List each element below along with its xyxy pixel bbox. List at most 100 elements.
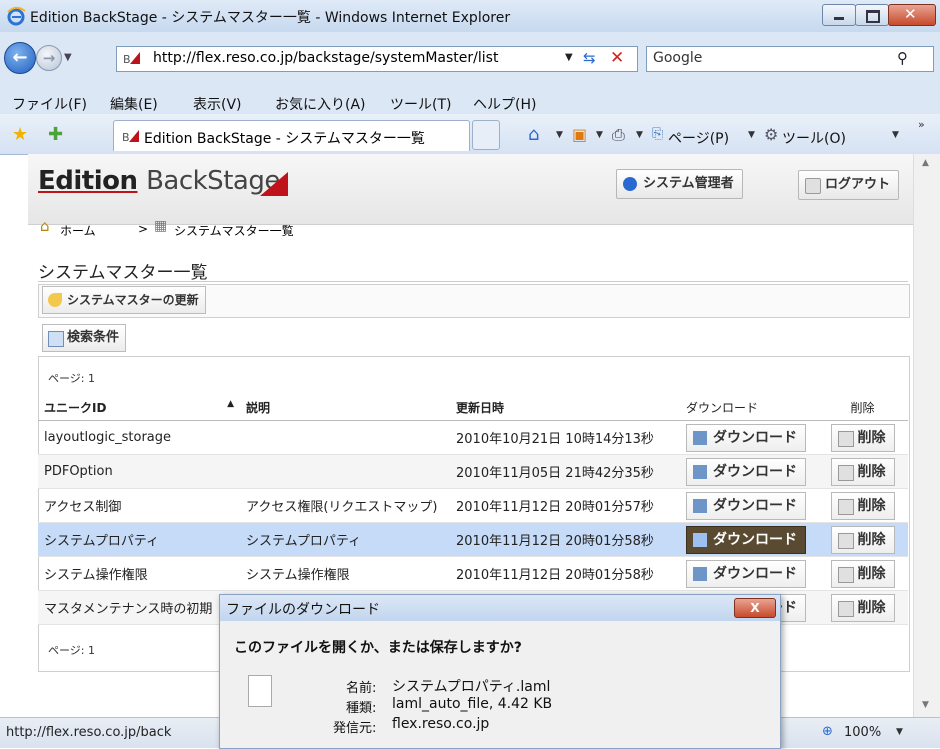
- system-master-table: ユニークID ▲ 説明 更新日時 ダウンロード 削除 layoutlogic_st…: [38, 394, 908, 625]
- search-icon[interactable]: ⚲: [897, 49, 908, 67]
- search-box[interactable]: Google ⚲: [646, 46, 934, 72]
- delete-icon: [837, 532, 854, 549]
- scroll-up-icon[interactable]: ▲: [922, 158, 929, 168]
- tab-favicon-icon: B: [122, 130, 139, 143]
- tools-dropdown-icon[interactable]: ▼: [892, 130, 899, 140]
- zoom-dropdown-icon[interactable]: ▼: [896, 727, 903, 737]
- stop-icon[interactable]: ✕: [610, 48, 624, 68]
- breadcrumb-current: システムマスター一覧: [174, 224, 294, 238]
- forward-button[interactable]: →: [36, 45, 62, 71]
- home-dropdown-icon[interactable]: ▼: [556, 130, 563, 140]
- delete-button[interactable]: 削除: [830, 491, 895, 520]
- delete-label: 削除: [857, 497, 886, 514]
- download-button[interactable]: ダウンロード: [686, 423, 806, 452]
- download-icon: [693, 430, 707, 445]
- delete-icon: [837, 498, 854, 515]
- table-row-selected: システムプロパティ システムプロパティ 2010年11月12日 20時01分58…: [38, 522, 908, 557]
- brand-triangle-icon: [260, 172, 288, 196]
- logout-button[interactable]: ログアウト: [798, 170, 900, 200]
- download-button[interactable]: ダウンロード: [686, 491, 806, 520]
- download-icon: [693, 464, 707, 479]
- file-name-label: 名前:: [346, 681, 377, 696]
- toolbar-overflow-icon[interactable]: »: [918, 118, 925, 131]
- table-row: layoutlogic_storage 2010年10月21日 10時14分13…: [38, 420, 908, 455]
- delete-label: 削除: [857, 531, 886, 548]
- refresh-icon[interactable]: ⇆: [583, 49, 596, 67]
- history-dropdown-icon[interactable]: ▼: [64, 52, 72, 63]
- download-button[interactable]: ダウンロード: [686, 457, 806, 486]
- dialog-close-button[interactable]: X: [734, 598, 776, 618]
- logout-icon: [805, 178, 821, 194]
- feeds-dropdown-icon[interactable]: ▼: [596, 130, 603, 140]
- print-icon[interactable]: ⎙: [612, 125, 625, 145]
- add-favorites-icon[interactable]: ✚: [48, 124, 63, 145]
- download-label: ダウンロード: [713, 429, 797, 446]
- download-button[interactable]: ダウンロード: [686, 525, 806, 554]
- title-divider: [38, 281, 908, 282]
- menu-file[interactable]: ファイル(F): [12, 94, 87, 114]
- search-input[interactable]: Google: [653, 50, 702, 66]
- cell-desc: システムプロパティ: [240, 522, 450, 557]
- cell-desc: アクセス権限(リクエストマップ): [240, 488, 450, 523]
- delete-button[interactable]: 削除: [830, 593, 895, 622]
- breadcrumb-home[interactable]: ホーム: [60, 222, 96, 239]
- search-conditions-button[interactable]: 検索条件: [42, 324, 127, 352]
- sort-asc-icon[interactable]: ▲: [227, 399, 234, 409]
- user-button[interactable]: システム管理者: [616, 169, 743, 199]
- breadcrumb-separator: >: [138, 222, 149, 236]
- file-from-value: flex.reso.co.jp: [392, 716, 490, 732]
- file-from-label: 発信元:: [333, 721, 377, 736]
- search-conditions-label: 検索条件: [67, 330, 120, 345]
- back-button[interactable]: ←: [4, 42, 36, 74]
- menu-edit[interactable]: 編集(E): [110, 94, 158, 114]
- zoom-icon: ⊕: [822, 724, 833, 739]
- feeds-icon[interactable]: ▣: [572, 125, 587, 144]
- delete-button[interactable]: 削除: [830, 457, 895, 486]
- address-bar[interactable]: B http://flex.reso.co.jp/backstage/syste…: [116, 46, 638, 72]
- page-menu[interactable]: ページ(P): [668, 128, 729, 148]
- menu-view[interactable]: 表示(V): [193, 94, 242, 114]
- maximize-button[interactable]: [855, 4, 889, 26]
- delete-button[interactable]: 削除: [830, 423, 895, 452]
- delete-button[interactable]: 削除: [830, 525, 895, 554]
- zoom-level[interactable]: 100%: [844, 725, 881, 740]
- col-delete: 削除: [817, 394, 908, 421]
- update-master-button[interactable]: システムマスターの更新: [42, 286, 206, 314]
- vertical-scrollbar[interactable]: ▲ ▼: [913, 154, 940, 717]
- close-window-button[interactable]: ✕: [888, 4, 936, 26]
- download-label: ダウンロード: [713, 463, 797, 480]
- favorites-star-icon[interactable]: ★: [12, 124, 28, 145]
- page-dropdown-icon[interactable]: ▼: [748, 130, 755, 140]
- window-title-bar: Edition BackStage - システムマスター一覧 - Windows…: [0, 0, 940, 33]
- new-tab-button[interactable]: [472, 120, 500, 150]
- scroll-down-icon[interactable]: ▼: [922, 700, 929, 710]
- cell-updated: 2010年11月12日 20時01分57秒: [450, 488, 680, 523]
- cell-updated: 2010年11月12日 20時01分58秒: [450, 522, 680, 557]
- menu-tools[interactable]: ツール(T): [390, 94, 451, 114]
- print-dropdown-icon[interactable]: ▼: [636, 130, 643, 140]
- window-title: Edition BackStage - システムマスター一覧 - Windows…: [30, 10, 511, 26]
- url-dropdown-icon[interactable]: ▼: [565, 52, 573, 63]
- table-row: アクセス制御 アクセス権限(リクエストマップ) 2010年11月12日 20時0…: [38, 488, 908, 523]
- cell-desc: [240, 420, 450, 455]
- menu-help[interactable]: ヘルプ(H): [473, 94, 536, 114]
- edit-icon: [48, 293, 62, 307]
- page-icon: ⎘: [652, 126, 664, 142]
- svg-text:B: B: [123, 53, 131, 65]
- delete-icon: [837, 566, 854, 583]
- tab-backstage[interactable]: B Edition BackStage - システムマスター一覧: [113, 120, 470, 151]
- minimize-button[interactable]: [822, 4, 856, 26]
- forward-arrow-icon: →: [42, 49, 56, 67]
- cell-id: マスタメンテナンス時の初期: [38, 590, 240, 625]
- download-label: ダウンロード: [713, 497, 797, 514]
- menu-favorites[interactable]: お気に入り(A): [275, 94, 366, 114]
- tools-menu[interactable]: ツール(O): [782, 128, 846, 148]
- cell-id: PDFOption: [38, 454, 240, 489]
- cell-desc: システム操作権限: [240, 556, 450, 591]
- list-crumb-icon: ▦: [154, 218, 168, 234]
- home-icon[interactable]: ⌂: [528, 124, 539, 145]
- url-text: http://flex.reso.co.jp/backstage/systemM…: [153, 50, 499, 66]
- download-button[interactable]: ダウンロード: [686, 559, 806, 588]
- delete-button[interactable]: 削除: [830, 559, 895, 588]
- col-unique-id[interactable]: ユニークID ▲: [38, 394, 240, 421]
